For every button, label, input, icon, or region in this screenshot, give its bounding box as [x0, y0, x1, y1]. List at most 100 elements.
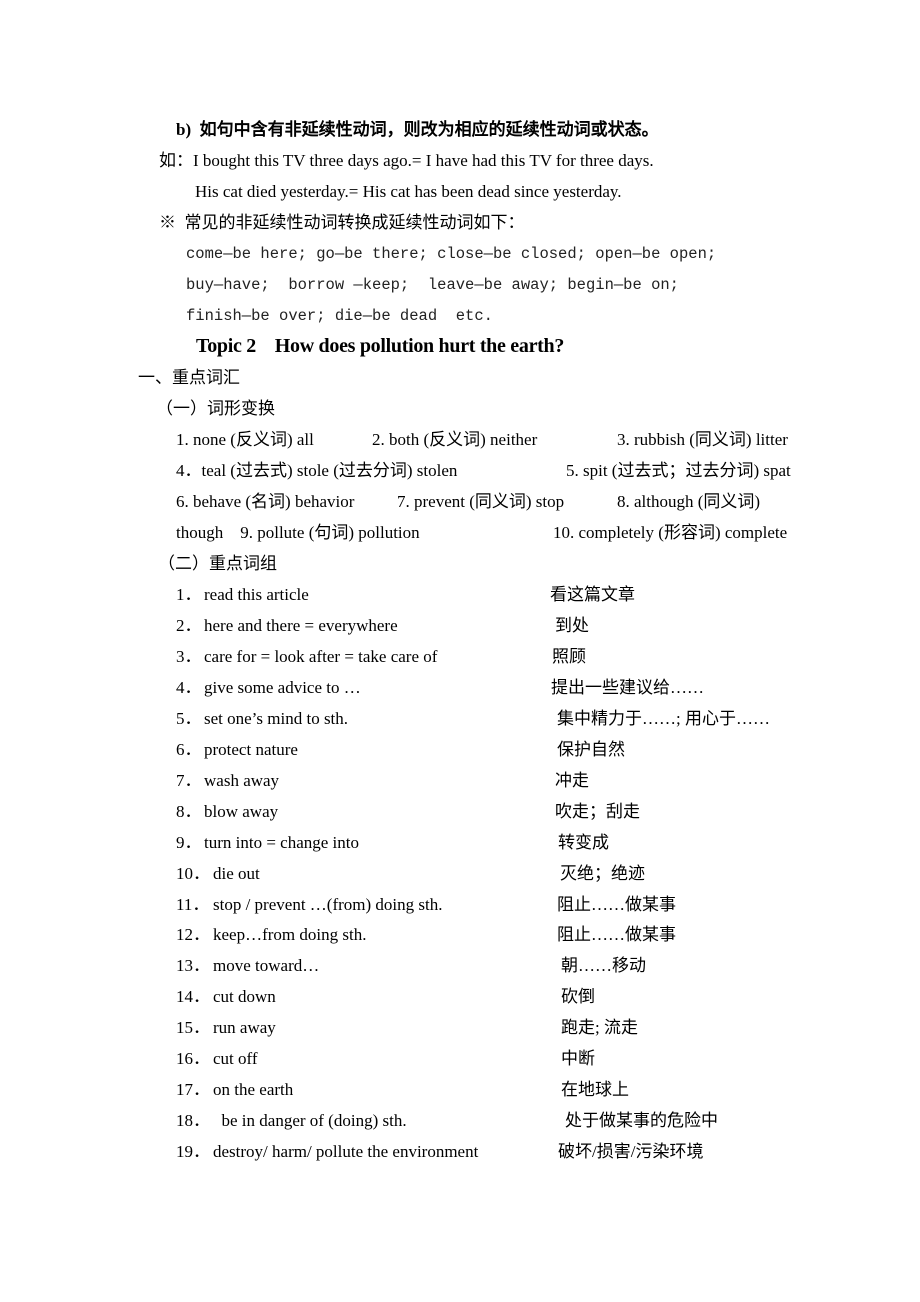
phrase-row: 1． read this article 看这篇文章 [0, 584, 920, 606]
phrase-number: 15． [176, 1018, 210, 1038]
phrase-number: 3． [176, 646, 202, 666]
phrase-english: care for = look after = take care of [204, 646, 438, 666]
phrase-number: 5． [176, 708, 202, 728]
phrase-number: 4． [176, 677, 202, 697]
phrase-row: 2． here and there = everywhere 到处 [0, 615, 920, 637]
phrase-chinese: 看这篇文章 [550, 585, 635, 604]
phrase-chinese: 砍倒 [561, 987, 595, 1007]
phrase-english: run away [213, 1018, 276, 1038]
phrase-chinese: 冲走 [555, 770, 589, 790]
word-form-item: 7. prevent (同义词) stop [397, 492, 565, 511]
phrase-chinese: 处于做某事的危险中 [565, 1111, 718, 1131]
phrase-english: set one’s mind to sth. [204, 708, 349, 728]
phrase-row: 11． stop / prevent …(from) doing sth. 阻止……… [0, 894, 920, 916]
phrase-row: 18． be in danger of (doing) sth. 处于做某事的危险… [0, 1110, 920, 1132]
phrase-chinese: 转变成 [558, 832, 609, 852]
phrase-row: 15． run away 跑走; 流走 [0, 1017, 920, 1039]
phrase-chinese: 提出一些建议给…… [551, 677, 704, 697]
word-form-item: 4．teal (过去式) stole (过去分词) stolen [176, 461, 458, 480]
phrase-number: 14． [176, 987, 210, 1007]
phrase-row: 7． wash away 冲走 [0, 770, 920, 792]
conversion-line: buy—have; borrow —keep; leave—be away; b… [186, 276, 679, 294]
phrase-row: 4． give some advice to … 提出一些建议给…… [0, 677, 920, 699]
phrase-number: 17． [176, 1080, 210, 1100]
phrase-english: give some advice to … [204, 677, 361, 697]
phrase-english: wash away [204, 770, 280, 790]
phrase-chinese: 阻止……做某事 [557, 894, 676, 914]
note-line: ※ 常见的非延续性动词转换成延续性动词如下： [159, 212, 525, 234]
phrase-number: 10． [176, 863, 210, 883]
phrase-english: move toward… [213, 956, 320, 976]
word-form-item: though 9. pollute (句词) pollution [176, 523, 420, 542]
phrase-number: 18． [176, 1111, 210, 1131]
phrase-english: read this article [204, 585, 309, 604]
phrase-row: 3． care for = look after = take care of 照顾 [0, 646, 920, 668]
example-line-1: 如：I bought this TV three days ago.= I ha… [159, 150, 654, 172]
phrase-chinese: 吹走；刮走 [555, 801, 640, 821]
phrase-chinese: 照顾 [552, 646, 586, 666]
phrase-number: 13． [176, 956, 210, 976]
reference-mark-icon: ※ [159, 213, 176, 232]
phrase-chinese: 跑走; 流走 [561, 1018, 638, 1038]
note-text: 常见的非延续性动词转换成延续性动词如下： [184, 213, 525, 232]
phrase-chinese: 灭绝；绝迹 [560, 863, 645, 883]
phrase-english: keep…from doing sth. [213, 925, 367, 945]
phrase-chinese: 中断 [561, 1049, 595, 1069]
phrase-chinese: 在地球上 [561, 1080, 629, 1100]
phrase-row: 6． protect nature 保护自然 [0, 739, 920, 761]
phrase-row: 9． turn into = change into 转变成 [0, 832, 920, 854]
conversion-line: come—be here; go—be there; close—be clos… [186, 245, 717, 263]
phrase-english: destroy/ harm/ pollute the environment [213, 1142, 479, 1162]
phrase-english: be in danger of (doing) sth. [213, 1111, 407, 1131]
phrase-row: 19． destroy/ harm/ pollute the environmen… [0, 1141, 920, 1163]
phrase-number: 16． [176, 1049, 210, 1069]
phrase-english: cut off [213, 1049, 258, 1069]
phrase-english: stop / prevent …(from) doing sth. [213, 894, 443, 914]
phrase-row: 16． cut off 中断 [0, 1048, 920, 1070]
phrase-number: 8． [176, 801, 202, 821]
phrase-english: die out [213, 863, 260, 883]
phrases-heading: （二）重点词组 [158, 554, 277, 573]
example-1: I bought this TV three days ago.= I have… [193, 151, 654, 170]
word-form-item: 2. both (反义词) neither [372, 430, 538, 449]
phrase-chinese: 朝……移动 [561, 956, 646, 976]
phrase-row: 8． blow away 吹走；刮走 [0, 801, 920, 823]
phrase-row: 13． move toward… 朝……移动 [0, 955, 920, 977]
phrase-chinese: 破坏/损害/污染环境 [558, 1142, 704, 1162]
conversion-line: finish—be over; die—be dead etc. [186, 307, 493, 325]
phrase-number: 7． [176, 770, 202, 790]
word-form-item: 6. behave (名词) behavior [176, 492, 355, 511]
word-form-item: 1. none (反义词) all [176, 430, 314, 449]
phrase-row: 12． keep…from doing sth. 阻止……做某事 [0, 924, 920, 946]
phrase-row: 5． set one’s mind to sth. 集中精力于……; 用心于…… [0, 708, 920, 730]
phrase-english: on the earth [213, 1080, 294, 1100]
phrase-row: 17． on the earth 在地球上 [0, 1079, 920, 1101]
word-form-item: 5. spit (过去式；过去分词) spat [566, 461, 791, 480]
vocab-heading: 一、重点词汇 [138, 368, 240, 387]
phrase-number: 9． [176, 832, 202, 852]
section-b-heading: b) 如句中含有非延续性动词，则改为相应的延续性动词或状态。 [176, 120, 659, 139]
phrase-number: 6． [176, 739, 202, 759]
word-form-item: 8. although (同义词) [617, 492, 761, 511]
word-forms-heading: （一）词形变换 [156, 399, 275, 418]
phrase-number: 19． [176, 1142, 210, 1162]
phrase-english: here and there = everywhere [204, 615, 398, 635]
phrase-chinese: 保护自然 [557, 739, 625, 759]
phrase-number: 12． [176, 925, 210, 945]
phrase-row: 10． die out 灭绝；绝迹 [0, 863, 920, 885]
phrase-chinese: 阻止……做某事 [557, 925, 676, 945]
phrase-number: 1． [176, 585, 202, 604]
phrase-english: turn into = change into [204, 832, 360, 852]
phrase-row: 14． cut down 砍倒 [0, 986, 920, 1008]
phrase-number: 11． [176, 894, 210, 914]
phrase-chinese: 到处 [555, 615, 589, 635]
phrase-english: protect nature [204, 739, 298, 759]
word-form-item: 3. rubbish (同义词) litter [617, 430, 788, 449]
phrase-chinese: 集中精力于……; 用心于…… [557, 708, 770, 728]
example-prefix: 如： [159, 151, 193, 170]
word-form-item: 10. completely (形容词) complete [553, 523, 788, 542]
example-2: His cat died yesterday.= His cat has bee… [195, 182, 622, 201]
phrase-english: cut down [213, 987, 276, 1007]
phrase-number: 2． [176, 615, 202, 635]
phrase-english: blow away [204, 801, 279, 821]
